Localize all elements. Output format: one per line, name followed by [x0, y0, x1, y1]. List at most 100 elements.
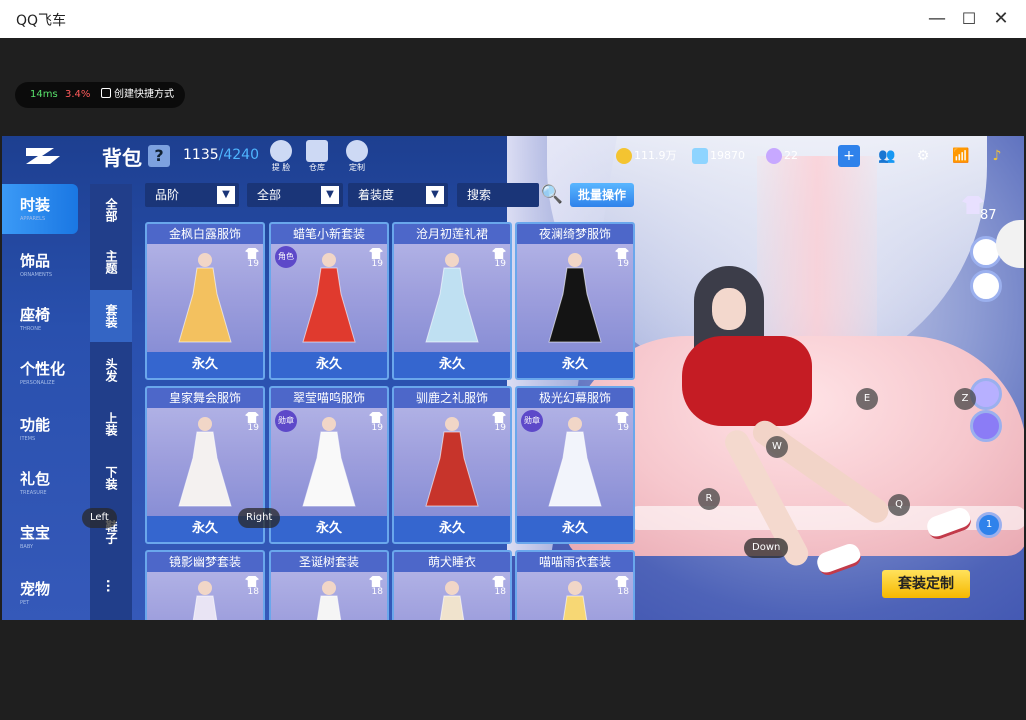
- item-name: 沧月初莲礼裙: [394, 224, 510, 244]
- item-card[interactable]: 喵喵雨衣套装18永久: [515, 550, 635, 620]
- item-level: 19: [607, 412, 629, 433]
- wear-filter[interactable]: 着装度 ▼: [348, 183, 448, 207]
- shirt-icon: [492, 576, 506, 587]
- item-name: 夜澜绮梦服饰: [517, 224, 633, 244]
- item-card[interactable]: 圣诞树套装18永久: [269, 550, 389, 620]
- item-name: 喵喵雨衣套装: [517, 552, 633, 572]
- face-edit-label: 提 脸: [271, 163, 291, 172]
- character-top: [682, 336, 812, 426]
- category-tabs: 全部 主题 套装 头发 上装 下装 鞋子 ...: [90, 184, 132, 620]
- item-card[interactable]: 蜡笔小新套装 19 角色 永久: [269, 222, 389, 380]
- nav-ornaments[interactable]: 饰品 ORNAMENTS: [2, 240, 78, 290]
- gear-icon[interactable]: ⚙: [912, 145, 934, 167]
- item-card[interactable]: 翠莹喵呜服饰 19 勋章永久: [269, 386, 389, 544]
- shirt-icon: [245, 412, 259, 423]
- nav-apparel[interactable]: 时装 APPARELS: [2, 184, 78, 234]
- item-level-value: 19: [617, 259, 629, 269]
- item-badge: 勋章: [275, 410, 297, 432]
- nav-label: 个性化: [20, 360, 66, 378]
- nav-en-label: THRONE: [20, 326, 42, 332]
- wear-filter-label: 着装度: [358, 188, 395, 202]
- page-title: 背包: [102, 146, 142, 170]
- music-note-button[interactable]: [970, 270, 1002, 302]
- tab-top[interactable]: 上装: [90, 398, 132, 450]
- nav-en-label: APPARELS: [20, 216, 46, 222]
- packet-loss-text: 3.4%: [65, 89, 91, 100]
- item-card[interactable]: 萌犬睡衣18永久: [392, 550, 512, 620]
- maximize-button[interactable]: ☐: [956, 6, 982, 32]
- item-level-value: 18: [371, 587, 383, 597]
- help-button[interactable]: ?: [148, 145, 170, 167]
- item-duration: 永久: [517, 516, 633, 542]
- item-duration: 永久: [271, 516, 387, 542]
- item-card[interactable]: 镜影幽梦套装18永久: [145, 550, 265, 620]
- nav-items[interactable]: 功能 ITEMS: [2, 404, 78, 454]
- outfit-preview: [302, 253, 356, 343]
- item-card[interactable]: 金枫白露服饰 19 永久: [145, 222, 265, 380]
- item-level-value: 18: [247, 587, 259, 597]
- slot-level-badge[interactable]: 1: [976, 512, 1002, 538]
- item-name: 镜影幽梦套装: [147, 552, 263, 572]
- window-title: QQ飞车: [16, 13, 67, 29]
- close-button[interactable]: ✕: [988, 6, 1014, 32]
- item-card[interactable]: 极光幻幕服饰 19 勋章 永久: [515, 386, 635, 544]
- tab-suit[interactable]: 套装: [90, 290, 132, 342]
- item-card[interactable]: 沧月初莲礼裙 19 永久: [392, 222, 512, 380]
- rotate-button[interactable]: [970, 410, 1002, 442]
- add-currency-icon[interactable]: +: [838, 145, 860, 167]
- suit-customize-button[interactable]: 套装定制: [882, 570, 970, 598]
- tab-all[interactable]: 全部: [90, 184, 132, 236]
- top-bar: 背包 ? 1135/4240 提 脸 仓库 定制 111.9万 19870 22…: [2, 136, 1024, 176]
- key-hint-e: E: [856, 388, 878, 410]
- outfit-counter[interactable]: 87: [960, 194, 1004, 228]
- item-card[interactable]: 驯鹿之礼服饰 19 永久: [392, 386, 512, 544]
- batch-operation-button[interactable]: 批量操作: [570, 183, 634, 207]
- customize-shop-button[interactable]: 定制: [344, 140, 370, 174]
- nav-baby[interactable]: 宝宝 BABY: [2, 512, 78, 562]
- item-level-value: 18: [617, 587, 629, 597]
- tab-theme[interactable]: 主题: [90, 236, 132, 288]
- nav-en-label: PERSONALIZE: [20, 380, 55, 386]
- item-card[interactable]: 夜澜绮梦服饰 19 永久: [515, 222, 635, 380]
- item-level-value: 19: [247, 423, 259, 433]
- tab-bottom[interactable]: 下装: [90, 452, 132, 504]
- shirt-icon: [492, 248, 506, 259]
- item-name: 皇家舞会服饰: [147, 388, 263, 408]
- face-edit-button[interactable]: 提 脸: [268, 140, 294, 174]
- tab-more[interactable]: ...: [90, 560, 132, 612]
- create-shortcut-button[interactable]: 创建快捷方式: [101, 82, 174, 108]
- nav-throne[interactable]: 座椅 THRONE: [2, 294, 78, 344]
- shortcut-icon: [101, 88, 111, 98]
- item-name: 翠莹喵呜服饰: [271, 388, 387, 408]
- minimize-button[interactable]: —: [924, 6, 950, 32]
- diamond-icon: [692, 148, 708, 164]
- search-input[interactable]: 搜索: [457, 183, 539, 207]
- nav-treasure[interactable]: 礼包 TREASURE: [2, 458, 78, 508]
- shirt-icon: [615, 412, 629, 423]
- item-name: 萌犬睡衣: [394, 552, 510, 572]
- shirt-icon: [492, 412, 506, 423]
- coin-icon: [616, 148, 632, 164]
- shortcut-label: 创建快捷方式: [114, 89, 174, 100]
- item-name: 极光幻幕服饰: [517, 388, 633, 408]
- chevron-down-icon: ▼: [217, 186, 235, 204]
- friends-icon[interactable]: 👥: [876, 145, 898, 167]
- item-level: 18: [237, 576, 259, 597]
- item-level: 19: [361, 412, 383, 433]
- search-icon[interactable]: 🔍: [540, 183, 564, 207]
- item-level: 18: [607, 576, 629, 597]
- warehouse-button[interactable]: 仓库: [304, 140, 330, 174]
- all-filter[interactable]: 全部 ▼: [247, 183, 343, 207]
- ticket-amount: 22: [784, 149, 798, 162]
- music-icon[interactable]: ♪: [986, 145, 1008, 167]
- outfit-preview: [302, 417, 356, 507]
- all-filter-label: 全部: [257, 188, 282, 202]
- grade-filter[interactable]: 品阶 ▼: [145, 183, 239, 207]
- key-hint-r: R: [698, 488, 720, 510]
- tab-hair[interactable]: 头发: [90, 344, 132, 396]
- item-duration: 永久: [147, 352, 263, 378]
- game-logo-icon: [26, 148, 60, 164]
- item-level: 19: [484, 248, 506, 269]
- nav-personalize[interactable]: 个性化 PERSONALIZE: [2, 348, 78, 398]
- nav-pet[interactable]: 宠物 PET: [2, 568, 78, 618]
